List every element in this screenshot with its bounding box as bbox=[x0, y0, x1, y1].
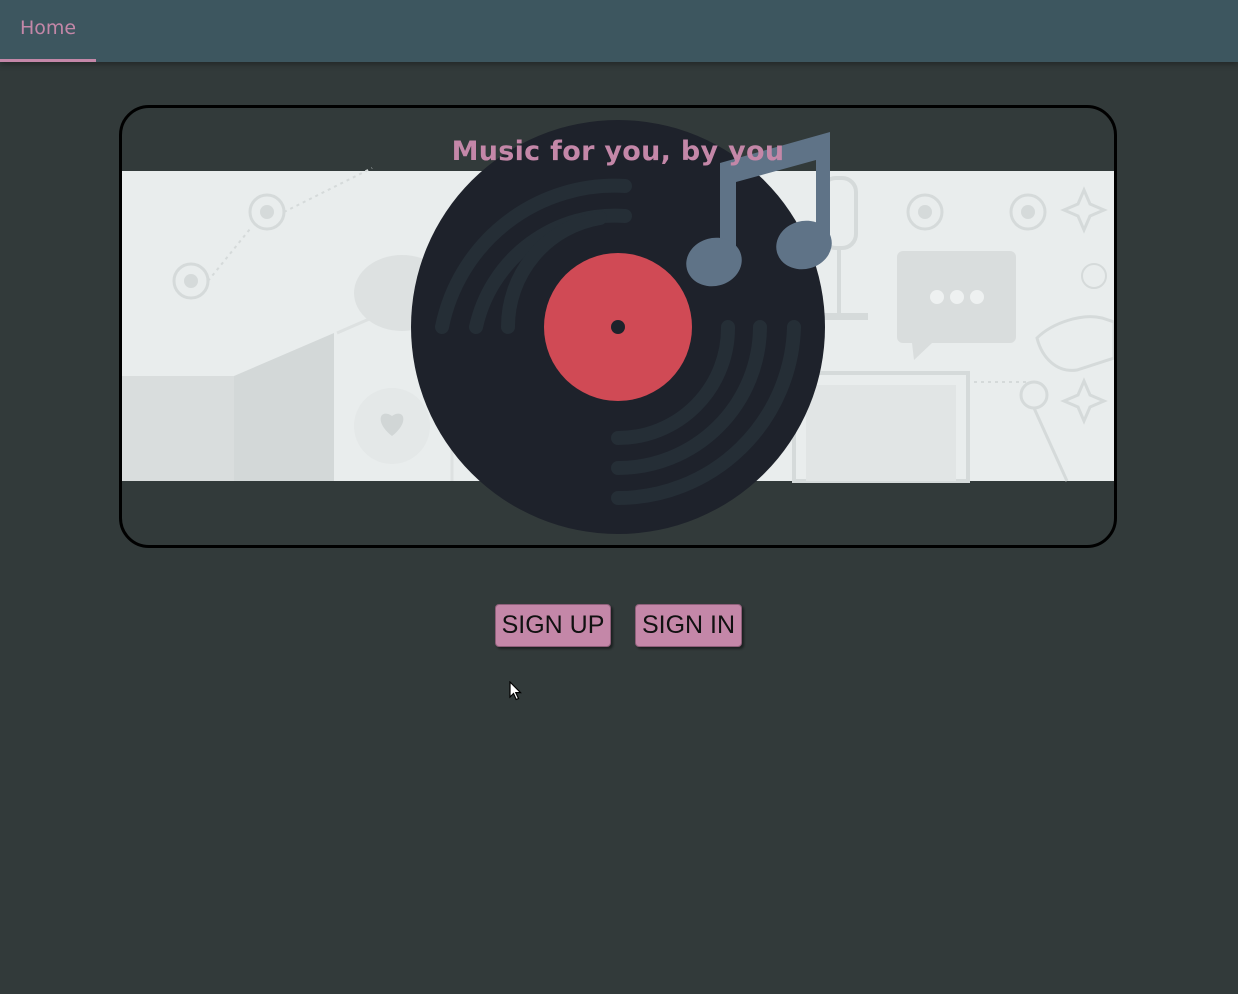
tab-home[interactable]: Home bbox=[0, 0, 96, 62]
vinyl-record-icon bbox=[411, 120, 825, 534]
top-navigation-bar: Home bbox=[0, 0, 1238, 62]
banner-illustration bbox=[122, 120, 1114, 534]
hero-banner: Music for you, by you bbox=[119, 105, 1117, 548]
sign-in-button[interactable]: SIGN IN bbox=[635, 604, 742, 647]
tab-home-label: Home bbox=[20, 17, 77, 39]
sign-up-button[interactable]: SIGN UP bbox=[495, 604, 611, 647]
banner-title: Music for you, by you bbox=[451, 136, 785, 167]
mouse-pointer-icon bbox=[509, 681, 522, 701]
